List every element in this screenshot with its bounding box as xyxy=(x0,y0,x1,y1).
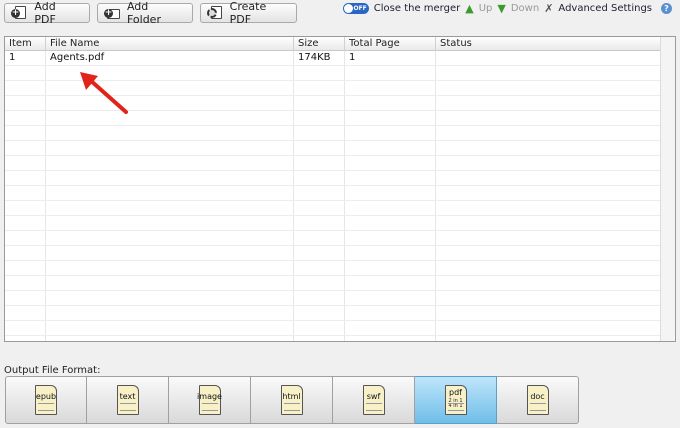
table-header: Item File Name Size Total Page Status xyxy=(5,37,661,51)
file-format-icon: html xyxy=(280,385,303,415)
create-pdf-label: Create PDF xyxy=(229,0,267,26)
add-folder-button[interactable]: + Add Folder xyxy=(97,0,193,26)
file-format-icon: text xyxy=(116,385,139,415)
empty-row xyxy=(5,171,661,186)
format-label: swf xyxy=(366,391,381,401)
file-format-icon: image xyxy=(197,385,222,415)
col-status[interactable]: Status xyxy=(436,37,661,51)
right-toolbar: OFF Close the merger ▲ Up ▼ Down ✗ Advan… xyxy=(342,2,672,15)
create-pdf-icon xyxy=(207,6,222,20)
col-file-name[interactable]: File Name xyxy=(46,37,294,51)
empty-row xyxy=(5,306,661,321)
empty-row xyxy=(5,216,661,231)
up-label[interactable]: Up xyxy=(479,3,493,14)
format-label: html xyxy=(282,391,301,401)
empty-row xyxy=(5,156,661,171)
cell-status xyxy=(436,51,661,66)
col-size[interactable]: Size xyxy=(294,37,345,51)
empty-row xyxy=(5,261,661,276)
format-label: pdf xyxy=(449,387,462,397)
down-arrow-icon[interactable]: ▼ xyxy=(497,2,505,15)
add-folder-label: Add Folder xyxy=(126,0,161,26)
empty-row xyxy=(5,231,661,246)
advanced-settings-label[interactable]: Advanced Settings xyxy=(558,3,652,14)
empty-row xyxy=(5,321,661,336)
format-label: text xyxy=(119,391,136,401)
add-folder-icon: + xyxy=(104,6,120,20)
down-label[interactable]: Down xyxy=(511,3,539,14)
format-pdf-button[interactable]: pdf 2 in 1 4 in 1 xyxy=(415,376,497,424)
col-total-page[interactable]: Total Page xyxy=(345,37,436,51)
create-pdf-button[interactable]: Create PDF xyxy=(200,0,297,26)
format-html-button[interactable]: html xyxy=(251,376,333,424)
format-epub-button[interactable]: epub xyxy=(5,376,87,424)
table-scrollbar[interactable] xyxy=(660,37,675,341)
format-swf-button[interactable]: swf xyxy=(333,376,415,424)
format-label: image xyxy=(197,391,222,401)
format-sublabel: 2 in 1 xyxy=(448,398,463,404)
output-format-label: Output File Format: xyxy=(4,365,101,376)
help-icon[interactable]: ? xyxy=(661,3,672,14)
format-selector: epub text image html swf pdf 2 in 1 4 in… xyxy=(5,376,579,424)
add-pdf-icon: + xyxy=(11,6,26,20)
up-arrow-icon[interactable]: ▲ xyxy=(465,2,473,15)
file-format-icon: swf xyxy=(362,385,385,415)
add-pdf-label: Add PDF xyxy=(34,0,56,26)
cell-total-page: 1 xyxy=(349,52,356,63)
empty-row xyxy=(5,126,661,141)
file-format-icon: doc xyxy=(526,385,549,415)
format-doc-button[interactable]: doc xyxy=(497,376,579,424)
format-label: epub xyxy=(35,391,57,401)
format-text-button[interactable]: text xyxy=(87,376,169,424)
empty-row xyxy=(5,291,661,306)
toggle-knob xyxy=(343,4,353,13)
close-merger-toggle[interactable]: OFF xyxy=(342,3,369,14)
cell-file-name: Agents.pdf xyxy=(50,52,105,63)
table-row[interactable]: 1 Agents.pdf 174KB 1 xyxy=(5,51,661,66)
toggle-state: OFF xyxy=(353,5,367,12)
format-sublabel: 4 in 1 xyxy=(448,403,463,409)
empty-row xyxy=(5,141,661,156)
col-item[interactable]: Item xyxy=(5,37,46,51)
empty-row xyxy=(5,201,661,216)
annotation-arrow-icon xyxy=(80,72,128,114)
format-image-button[interactable]: image xyxy=(169,376,251,424)
cell-item: 1 xyxy=(9,52,16,63)
file-format-icon: pdf 2 in 1 4 in 1 xyxy=(444,385,467,415)
add-pdf-button[interactable]: + Add PDF xyxy=(4,0,90,26)
close-merger-label[interactable]: Close the merger xyxy=(374,3,460,14)
file-format-icon: epub xyxy=(35,385,57,415)
empty-row xyxy=(5,186,661,201)
settings-wrench-icon[interactable]: ✗ xyxy=(544,2,553,15)
empty-row xyxy=(5,246,661,261)
format-label: doc xyxy=(530,391,545,401)
empty-row xyxy=(5,276,661,291)
cell-size: 174KB xyxy=(298,52,331,63)
